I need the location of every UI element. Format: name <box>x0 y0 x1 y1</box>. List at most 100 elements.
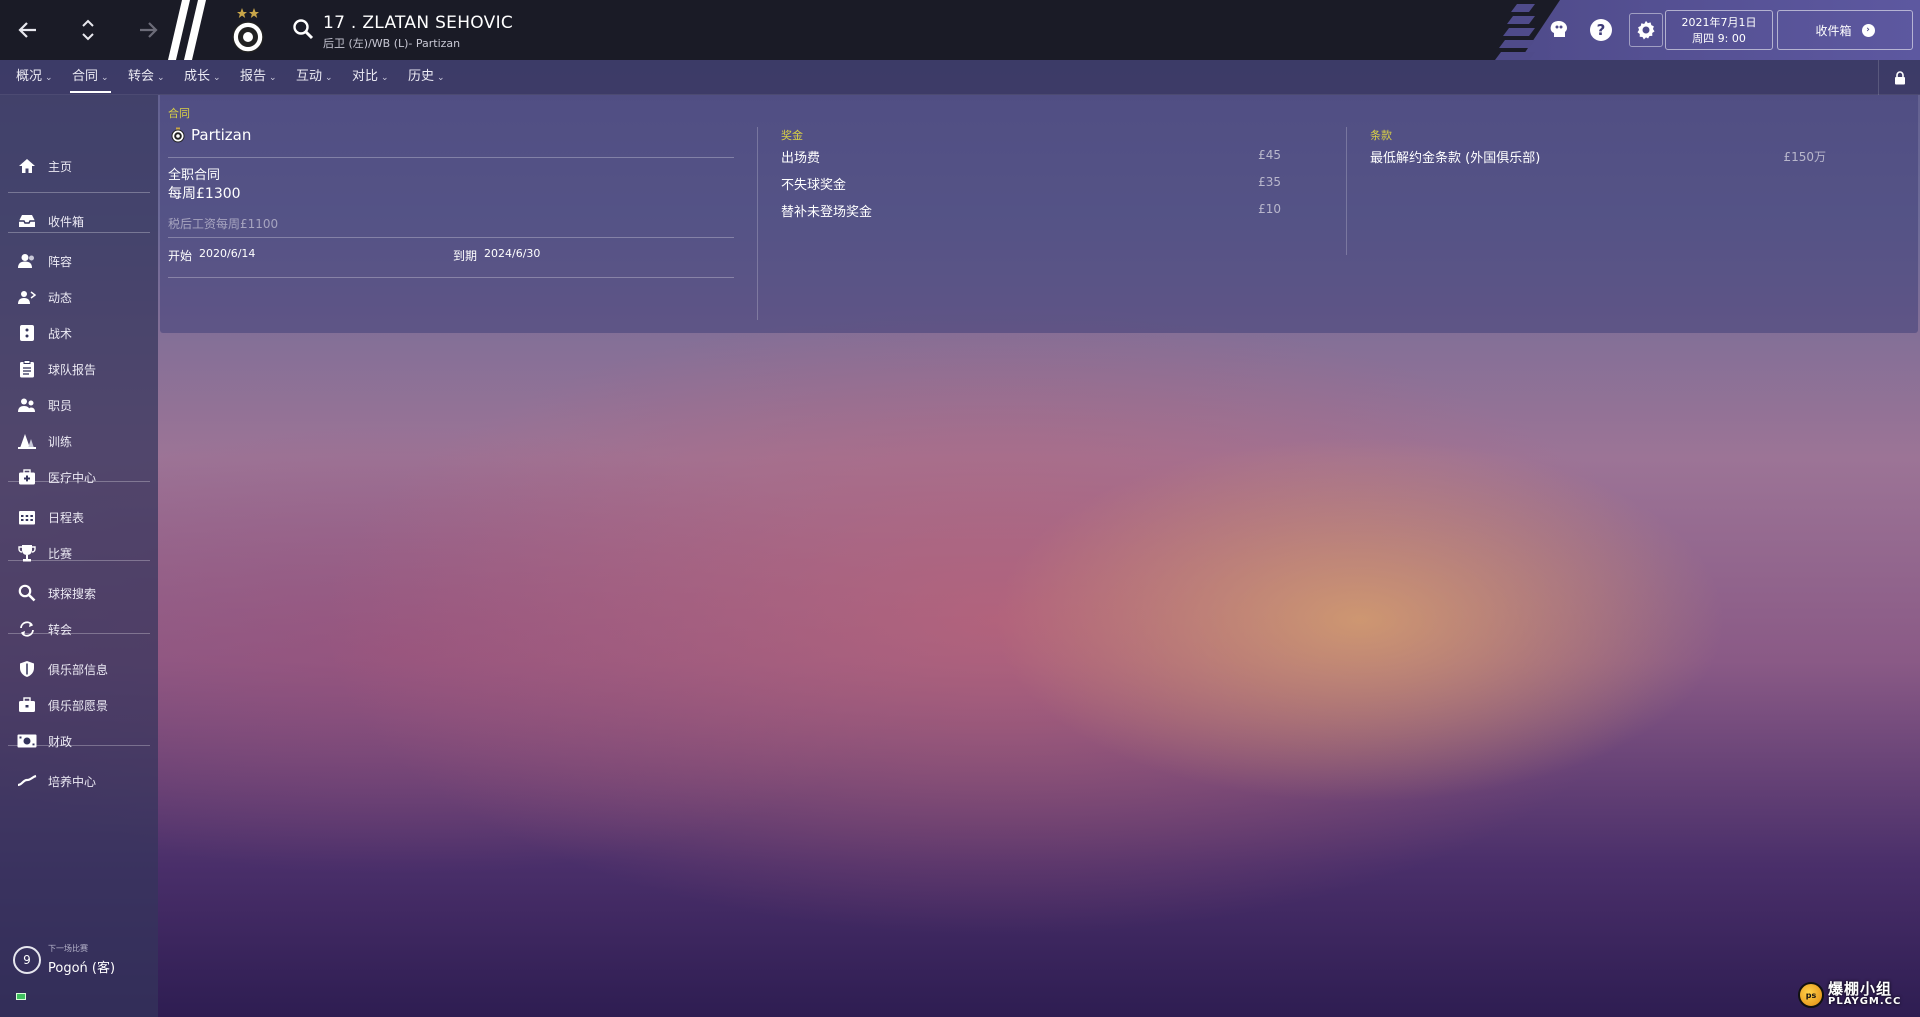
sidebar-item-finances[interactable]: 财政 <box>0 726 158 756</box>
contract-start-date: 2020/6/14 <box>199 247 256 260</box>
menu-history-label: 历史 <box>408 69 435 84</box>
chevron-down-icon: ⌄ <box>437 73 445 83</box>
sidebar-item-club-vision[interactable]: 俱乐部愿景 <box>0 690 158 720</box>
menu-transfer[interactable]: 转会 ⌄ <box>128 60 165 95</box>
money-icon <box>17 731 37 751</box>
sidebar-item-training[interactable]: 训练 <box>0 426 158 456</box>
contract-panel: 合同 Partizan 全职合同 每周£1300 税后工资每周£1100 开始 … <box>160 95 1918 333</box>
menu-compare-label: 对比 <box>352 69 379 84</box>
up-down-chevrons-icon <box>82 19 94 41</box>
bonus-label: 不失球奖金 <box>781 178 847 193</box>
contract-end-label: 到期 <box>453 249 478 263</box>
game-time: 周四 9: 00 <box>1692 32 1746 45</box>
sidebar-item-transfers[interactable]: 转会 <box>0 614 158 644</box>
next-match-countdown[interactable]: 9 <box>13 946 41 974</box>
help-button[interactable]: ? <box>1587 16 1615 44</box>
sidebar-item-medical[interactable]: 医疗中心 <box>0 462 158 492</box>
sidebar: 主页 收件箱 阵容 动态 战术 球队报告 职员 训练 医疗中心 日程表 比赛 球… <box>0 95 158 1017</box>
next-match-opponent[interactable]: Pogoń (客) <box>48 957 115 976</box>
sidebar-item-label: 转会 <box>48 622 73 637</box>
divider <box>168 277 734 278</box>
menu-development-label: 成长 <box>184 69 211 84</box>
history-dropdown-button[interactable] <box>70 12 106 48</box>
training-cone-icon <box>17 431 37 451</box>
sidebar-item-staff[interactable]: 职员 <box>0 390 158 420</box>
column-divider <box>757 127 758 320</box>
menu-history[interactable]: 历史 ⌄ <box>408 60 445 95</box>
clauses-section-title: 条款 <box>1370 129 1392 142</box>
sidebar-item-development-centre[interactable]: 培养中心 <box>0 766 158 796</box>
sidebar-divider <box>8 633 150 634</box>
brain-head-icon <box>1550 21 1567 37</box>
shield-icon <box>17 659 37 679</box>
chevron-down-icon: ⌄ <box>381 73 389 83</box>
sidebar-item-competitions[interactable]: 比赛 <box>0 538 158 568</box>
chevron-down-icon: ⌄ <box>101 73 109 83</box>
decorative-slash <box>168 0 206 60</box>
sidebar-item-label: 培养中心 <box>48 774 97 789</box>
game-date: 2021年7月1日 <box>1681 16 1757 29</box>
sidebar-item-schedule[interactable]: 日程表 <box>0 502 158 532</box>
clause-value: £150万 <box>1783 150 1826 164</box>
sidebar-item-label: 俱乐部信息 <box>48 662 109 677</box>
chevron-down-icon: ⌄ <box>213 73 221 83</box>
arrow-left-icon <box>18 22 36 38</box>
bonus-label: 出场费 <box>781 151 821 166</box>
chevron-down-icon: ⌄ <box>269 73 277 83</box>
sidebar-item-home[interactable]: 主页 <box>0 151 158 181</box>
game-date-box[interactable]: 2021年7月1日 周四 9: 00 <box>1665 10 1773 50</box>
trend-icon <box>17 771 37 791</box>
settings-button[interactable] <box>1629 13 1663 47</box>
player-name: 17 . ZLATAN SEHOVIC <box>323 13 514 33</box>
home-icon <box>17 156 37 176</box>
club-brain-button[interactable] <box>1545 16 1573 44</box>
squad-icon <box>17 251 37 271</box>
sidebar-divider <box>8 192 150 193</box>
sidebar-item-squad[interactable]: 阵容 <box>0 246 158 276</box>
forward-button[interactable] <box>130 12 166 48</box>
bonus-value: £10 <box>1258 202 1281 216</box>
sidebar-item-team-report[interactable]: 球队报告 <box>0 354 158 384</box>
menu-reports[interactable]: 报告 ⌄ <box>240 60 277 95</box>
menu-development[interactable]: 成长 ⌄ <box>184 60 221 95</box>
partizan-crest-icon <box>232 8 264 53</box>
lock-button[interactable] <box>1878 60 1920 95</box>
menu-interaction[interactable]: 互动 ⌄ <box>296 60 333 95</box>
sidebar-item-label: 职员 <box>48 398 73 413</box>
staff-icon <box>17 395 37 415</box>
sidebar-item-label: 医疗中心 <box>48 470 97 485</box>
bonus-value: £45 <box>1258 148 1281 162</box>
menu-compare[interactable]: 对比 ⌄ <box>352 60 389 95</box>
sidebar-item-scouting[interactable]: 球探搜索 <box>0 578 158 608</box>
sidebar-item-label: 收件箱 <box>48 214 85 229</box>
briefcase-icon <box>17 695 37 715</box>
sidebar-divider <box>8 232 150 233</box>
watermark-line2: PLAYGM.CC <box>1828 996 1902 1007</box>
watermark: ps 爆棚小组 PLAYGM.CC <box>1792 976 1916 1012</box>
menu-interaction-label: 互动 <box>296 69 323 84</box>
player-search-icon[interactable] <box>292 18 314 40</box>
contract-section-title: 合同 <box>168 107 190 120</box>
lock-icon <box>1894 70 1905 84</box>
menu-overview-label: 概况 <box>16 69 43 84</box>
sidebar-divider <box>8 560 150 561</box>
calendar-icon <box>17 507 37 527</box>
menu-contract[interactable]: 合同 ⌄ <box>70 60 111 95</box>
back-button[interactable] <box>10 12 46 48</box>
menu-overview[interactable]: 概况 ⌄ <box>16 60 53 95</box>
status-indicator-icon <box>16 993 26 1000</box>
tactics-icon <box>17 323 37 343</box>
sidebar-item-label: 阵容 <box>48 254 73 269</box>
sidebar-item-tactics[interactable]: 战术 <box>0 318 158 348</box>
sidebar-divider <box>8 481 150 482</box>
sidebar-item-dynamics[interactable]: 动态 <box>0 282 158 312</box>
sidebar-item-label: 比赛 <box>48 546 73 561</box>
sidebar-item-club-info[interactable]: 俱乐部信息 <box>0 654 158 684</box>
arrow-right-icon <box>140 22 158 38</box>
menu-reports-label: 报告 <box>240 69 267 84</box>
gear-icon <box>1637 20 1655 40</box>
after-tax-wage: 税后工资每周£1100 <box>168 217 279 231</box>
contract-club-row[interactable]: Partizan <box>171 126 251 144</box>
continue-inbox-button[interactable]: 收件箱 › <box>1777 10 1913 50</box>
chevron-down-icon: ⌄ <box>157 73 165 83</box>
